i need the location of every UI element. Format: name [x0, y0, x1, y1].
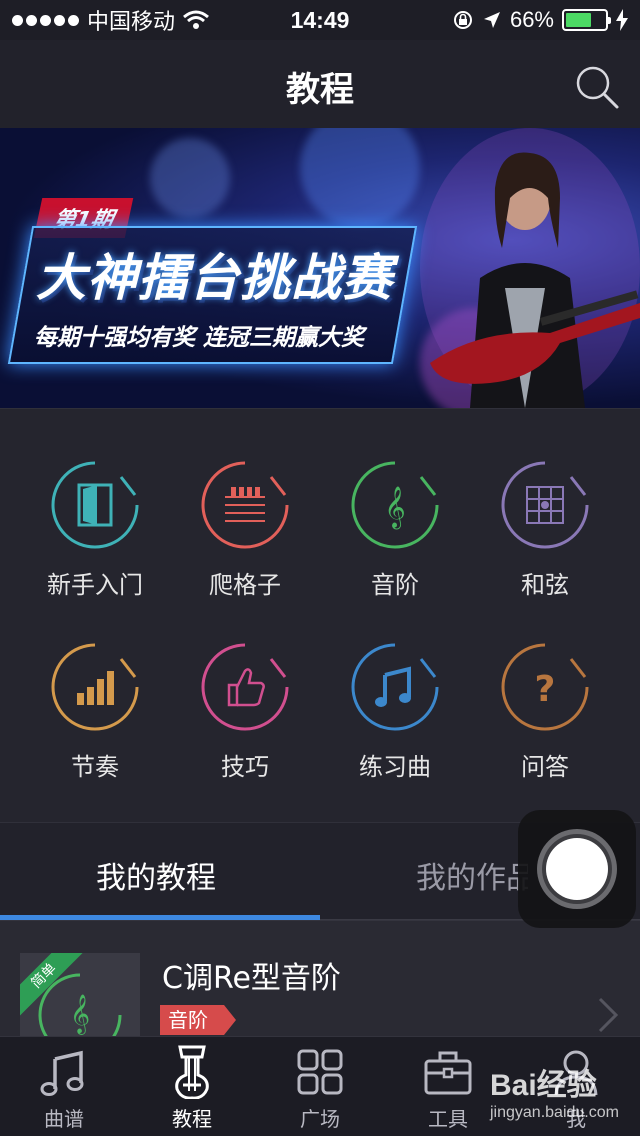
chord-grid-icon — [501, 461, 589, 549]
category-rhythm[interactable]: 节奏 — [20, 641, 170, 782]
charging-icon — [616, 9, 628, 31]
grid-icon — [297, 1049, 343, 1095]
banner-title: 大神擂台挑战赛 — [36, 249, 393, 307]
svg-text:𝄞: 𝄞 — [70, 994, 90, 1035]
list-item[interactable]: 𝄞 简单 C调Re型音阶 音阶 — [0, 920, 640, 1063]
category-chords[interactable]: 和弦 — [470, 459, 620, 600]
category-label: 和弦 — [521, 571, 569, 599]
bars-icon — [51, 643, 139, 731]
category-techniques[interactable]: 技巧 — [170, 641, 320, 782]
category-label: 新手入门 — [47, 571, 143, 599]
watermark-logo: Bai经验 — [490, 1069, 597, 1102]
category-etudes[interactable]: 练习曲 — [320, 641, 470, 782]
treble-clef-icon: 𝄞 — [351, 461, 439, 549]
category-finger-drill[interactable]: 爬格子 — [170, 459, 320, 600]
category-scales[interactable]: 𝄞 音阶 — [320, 459, 470, 600]
category-label: 节奏 — [71, 753, 119, 781]
category-qa[interactable]: ? 问答 — [470, 641, 620, 782]
guitar-icon — [175, 1045, 209, 1099]
category-label: 技巧 — [221, 753, 269, 781]
category-grid: 新手入门 爬格子 𝄞 音阶 和弦 节奏 技巧 练习曲 ? 问答 — [0, 408, 640, 822]
promo-banner[interactable]: 第1期 大神擂台挑战赛 每期十强均有奖 连冠三期赢大奖 — [0, 128, 640, 408]
svg-text:?: ? — [535, 669, 556, 710]
question-icon: ? — [501, 643, 589, 731]
status-time: 14:49 — [290, 6, 350, 33]
category-label: 爬格子 — [209, 571, 281, 599]
fretboard-icon — [201, 461, 289, 549]
tab-bar-tutorials[interactable]: 教程 — [128, 1045, 256, 1132]
location-icon — [483, 12, 500, 28]
carrier-label: 中国移动 — [87, 10, 176, 35]
category-beginner[interactable]: 新手入门 — [20, 459, 170, 600]
toolbox-icon — [424, 1051, 472, 1095]
battery-percent: 66% — [509, 7, 554, 32]
status-bar: 中国移动 14:49 66% — [0, 0, 640, 40]
watermark-url: jingyan.baidu.com — [490, 1104, 619, 1121]
music-note-icon — [40, 1050, 84, 1096]
tab-bar-scores[interactable]: 曲谱 — [0, 1045, 128, 1132]
nav-bar: 教程 — [0, 40, 640, 128]
course-title: C调Re型音阶 — [162, 961, 341, 996]
svg-text:𝄞: 𝄞 — [384, 486, 405, 529]
course-tag: 音阶 — [160, 1005, 236, 1035]
banner-subtitle: 每期十强均有奖 连冠三期赢大奖 — [34, 325, 365, 351]
page-title: 教程 — [286, 70, 354, 110]
battery-icon — [562, 9, 611, 31]
tab-bar-square[interactable]: 广场 — [256, 1045, 384, 1132]
thumbs-up-icon — [201, 643, 289, 731]
tab-my-works[interactable]: 我的作品 — [416, 853, 528, 897]
category-label: 练习曲 — [359, 753, 431, 781]
wifi-icon — [183, 10, 209, 29]
category-label: 音阶 — [371, 571, 419, 599]
signal-icon — [12, 14, 79, 26]
tab-bar-label: 教程 — [172, 1107, 212, 1131]
guitarist-illustration — [420, 128, 640, 408]
chevron-right-icon — [598, 997, 619, 1033]
music-note-icon — [351, 643, 439, 731]
tab-my-courses[interactable]: 我的教程 — [96, 853, 216, 897]
watermark: Bai经验 jingyan.baidu.com — [480, 1060, 630, 1130]
tab-bar-label: 曲谱 — [44, 1107, 84, 1131]
tab-bar-label: 广场 — [300, 1107, 340, 1131]
search-icon[interactable] — [574, 64, 620, 110]
door-icon — [51, 461, 139, 549]
assistive-touch-button[interactable] — [518, 810, 636, 928]
rotation-lock-icon — [453, 11, 472, 29]
category-label: 问答 — [521, 753, 569, 781]
